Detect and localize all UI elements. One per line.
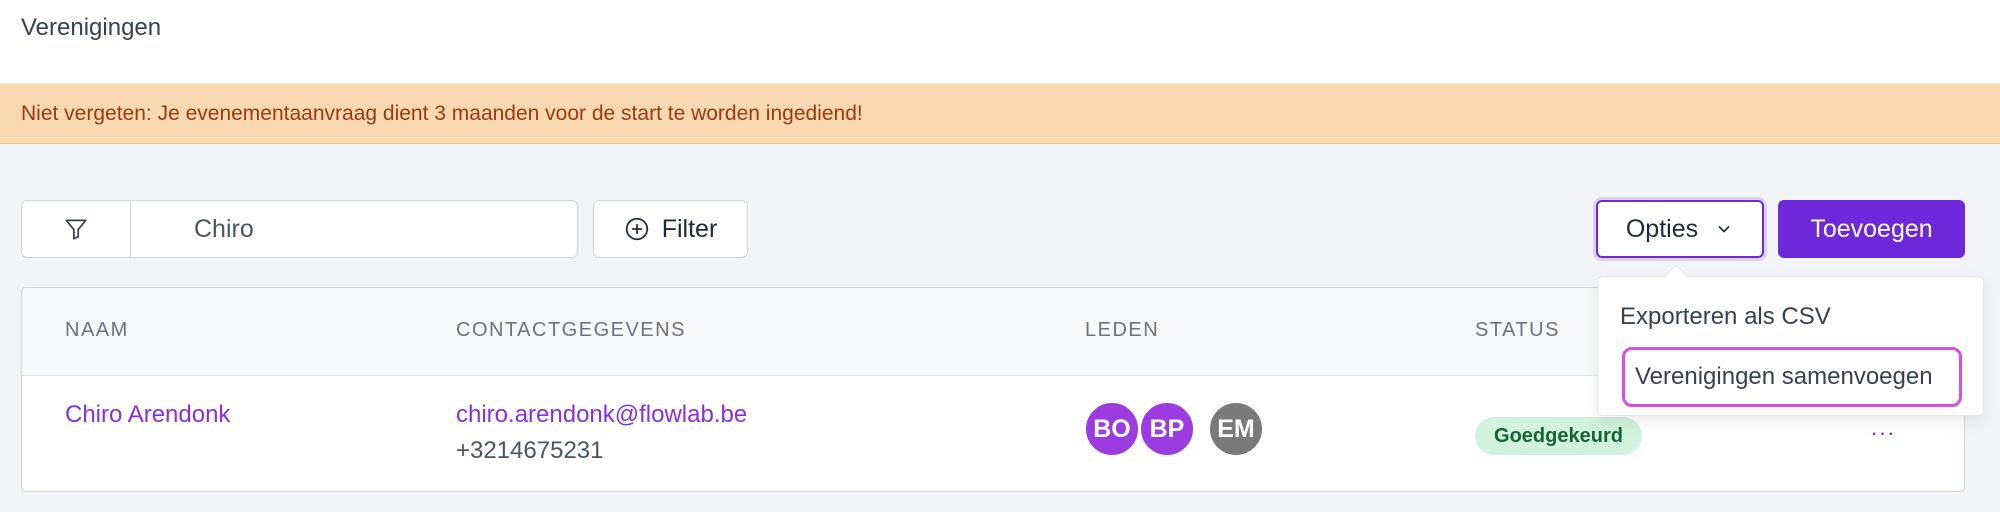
notice-text: Niet vergeten: Je evenementaanvraag dien… <box>21 102 863 125</box>
menu-item-export-csv[interactable]: Exporteren als CSV <box>1620 303 1831 331</box>
notice-banner: Niet vergeten: Je evenementaanvraag dien… <box>0 84 2000 144</box>
contact-phone: +3214675231 <box>456 437 604 464</box>
filter-button[interactable]: Filter <box>593 200 748 258</box>
avatar: EM <box>1208 401 1264 457</box>
options-button[interactable]: Opties <box>1596 200 1764 258</box>
association-name-link[interactable]: Chiro Arendonk <box>65 401 230 429</box>
page-title: Verenigingen <box>21 14 162 41</box>
contact-email-link[interactable]: chiro.arendonk@flowlab.be <box>456 401 747 429</box>
menu-item-merge-associations[interactable]: Verenigingen samenvoegen <box>1622 347 1962 407</box>
chevron-down-icon <box>1718 225 1730 233</box>
dropdown-caret <box>1664 264 1688 288</box>
column-header-members: LEDEN <box>1085 319 1160 341</box>
plus-circle-icon <box>625 217 648 241</box>
funnel-icon[interactable] <box>22 201 131 257</box>
top-bar: Verenigingen <box>0 0 2000 84</box>
column-header-contact: CONTACTGEGEVENS <box>456 319 686 341</box>
options-dropdown: Exporteren als CSV Verenigingen samenvoe… <box>1597 264 1984 416</box>
avatar: BP <box>1139 401 1195 457</box>
status-badge: Goedgekeurd <box>1475 417 1642 455</box>
column-header-name: NAAM <box>65 319 129 341</box>
add-button[interactable]: Toevoegen <box>1778 200 1965 258</box>
search-input[interactable] <box>132 201 572 257</box>
filter-button-label: Filter <box>661 214 718 243</box>
options-button-label: Opties <box>1625 214 1699 243</box>
avatar: BO <box>1084 401 1140 457</box>
column-header-status: STATUS <box>1475 319 1560 341</box>
search-bar <box>21 200 578 258</box>
